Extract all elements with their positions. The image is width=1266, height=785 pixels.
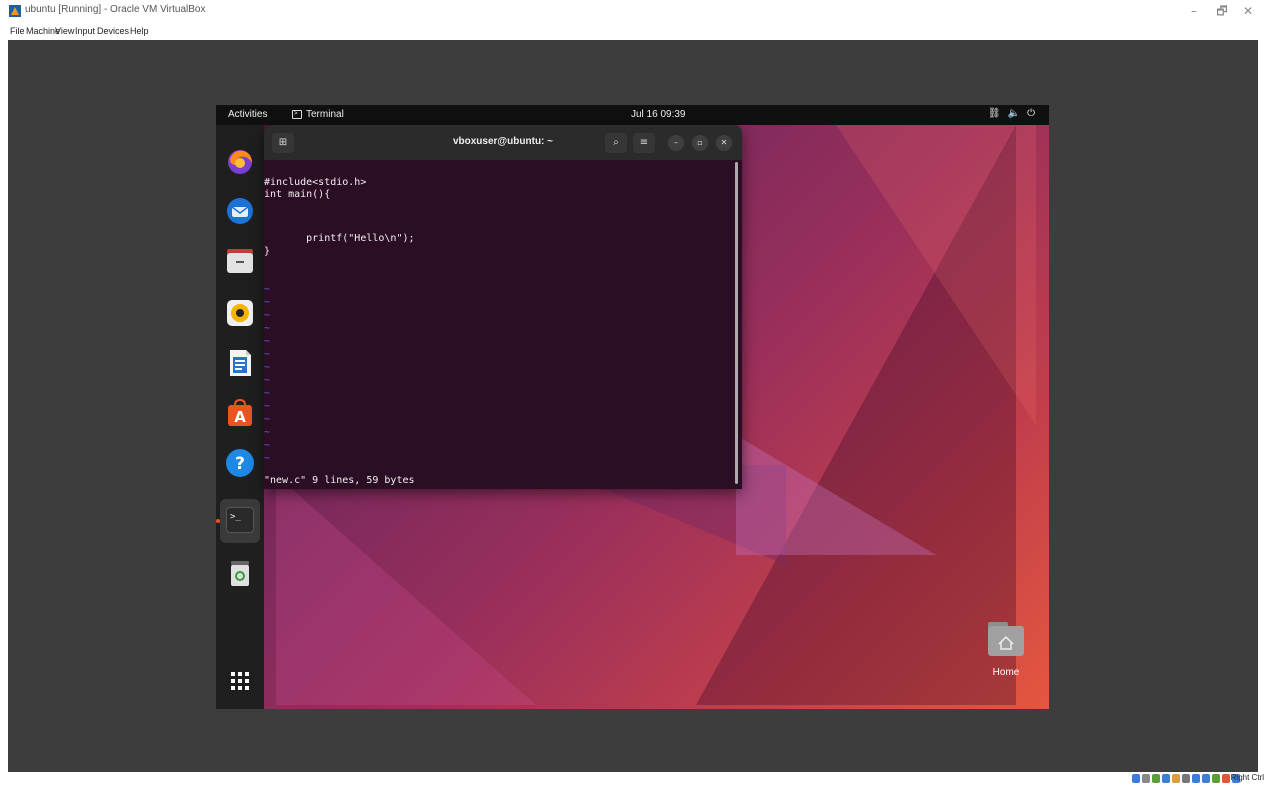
gnome-top-bar: Activities > Terminal Jul 16 09:39 ⛓ 🔈 ⏻ [216, 105, 1049, 125]
shared-folder-status-icon[interactable] [1182, 774, 1190, 783]
menu-file[interactable]: File [10, 26, 25, 36]
menu-devices[interactable]: Devices [97, 26, 129, 36]
code-line: printf("Hello\n"); [264, 233, 415, 244]
status-tray-icons [1132, 774, 1240, 783]
code-line: #include<stdio.h> [264, 177, 367, 188]
trash-icon [231, 561, 249, 586]
menu-help[interactable]: Help [130, 26, 149, 36]
dock-help[interactable]: ? [224, 447, 256, 479]
host-window-title: ubuntu [Running] - Oracle VM VirtualBox [25, 4, 206, 15]
maximize-icon: ▫ [697, 138, 703, 147]
wallpaper-shape [736, 435, 936, 555]
usb-status-icon[interactable] [1172, 774, 1180, 783]
hdd-status-icon[interactable] [1132, 774, 1140, 783]
dock-files[interactable] [224, 245, 256, 277]
terminal-header-bar[interactable]: ⊞ vboxuser@ubuntu: ~ ⌕ ≡ – ▫ ✕ [264, 125, 742, 160]
home-folder-icon[interactable] [987, 620, 1025, 658]
search-icon: ⌕ [613, 137, 619, 148]
empty-line-marker: ~ [264, 414, 271, 425]
activities-button[interactable]: Activities [228, 109, 267, 120]
host-status-bar: Right Ctrl [0, 772, 1266, 785]
code-line: int main(){ [264, 189, 331, 200]
network-status-icon[interactable] [1162, 774, 1170, 783]
mouse-status-icon[interactable] [1222, 774, 1230, 783]
svg-text:A: A [234, 408, 246, 426]
virtualbox-icon [9, 5, 21, 17]
empty-line-marker: ~ [264, 401, 271, 412]
dock-trash[interactable] [224, 557, 256, 589]
empty-line-marker: ~ [264, 284, 271, 295]
search-button[interactable]: ⌕ [605, 133, 627, 153]
empty-line-marker: ~ [264, 336, 271, 347]
empty-line-marker: ~ [264, 388, 271, 399]
files-icon [227, 249, 253, 273]
running-indicator [216, 519, 220, 523]
empty-line-marker: ~ [264, 375, 271, 386]
dock-firefox[interactable] [224, 145, 256, 177]
dock: A ? >_ [216, 125, 264, 709]
empty-line-marker: ~ [264, 427, 271, 438]
host-menu-bar: File Machine View Input Devices Help [0, 22, 1266, 40]
minimize-icon: – [674, 138, 678, 147]
terminal-content[interactable]: #include<stdio.h> int main(){ printf("He… [264, 160, 742, 489]
network-icon: ⛓ [987, 108, 1001, 119]
host-key-label: Right Ctrl [1230, 773, 1264, 782]
volume-icon: 🔈 [1007, 108, 1021, 119]
terminal-prompt-glyph: >_ [230, 512, 241, 522]
terminal-scrollbar[interactable] [735, 162, 738, 484]
restore-button[interactable]: 🗗 [1210, 2, 1234, 20]
show-apps-button[interactable] [224, 665, 256, 697]
close-button[interactable]: ✕ [1236, 2, 1260, 20]
rhythmbox-icon [227, 300, 253, 326]
code-line: } [264, 246, 271, 257]
empty-line-marker: ~ [264, 440, 271, 451]
empty-line-marker: ~ [264, 297, 271, 308]
menu-button[interactable]: ≡ [633, 133, 655, 153]
wallpaper-shape [276, 475, 536, 705]
focused-app-indicator[interactable]: > Terminal [292, 109, 344, 120]
grid-icon [231, 672, 249, 690]
terminal-window[interactable]: ⊞ vboxuser@ubuntu: ~ ⌕ ≡ – ▫ ✕ #include<… [264, 125, 742, 489]
terminal-close-button[interactable]: ✕ [716, 135, 732, 151]
menu-input[interactable]: Input [75, 26, 95, 36]
clock[interactable]: Jul 16 09:39 [631, 109, 686, 120]
optical-status-icon[interactable] [1142, 774, 1150, 783]
writer-icon [230, 350, 251, 376]
dock-rhythmbox[interactable] [224, 297, 256, 329]
empty-line-marker: ~ [264, 453, 271, 464]
empty-line-marker: ~ [264, 323, 271, 334]
audio-status-icon[interactable] [1152, 774, 1160, 783]
wallpaper-shape [836, 125, 1036, 425]
empty-line-marker: ~ [264, 349, 271, 360]
dock-writer[interactable] [224, 347, 256, 379]
vim-status-line: "new.c" 9 lines, 59 bytes [264, 475, 415, 486]
cpu-status-icon[interactable] [1212, 774, 1220, 783]
terminal-maximize-button[interactable]: ▫ [692, 135, 708, 151]
terminal-icon: > [292, 110, 302, 119]
menu-view[interactable]: View [55, 26, 74, 36]
power-icon: ⏻ [1027, 108, 1035, 119]
app-center-icon: A [228, 398, 252, 426]
empty-line-marker: ~ [264, 362, 271, 373]
hamburger-icon: ≡ [639, 137, 649, 148]
minimize-button[interactable]: – [1182, 2, 1206, 20]
display-status-icon[interactable] [1192, 774, 1200, 783]
svg-text:?: ? [235, 454, 245, 474]
close-icon: ✕ [720, 138, 728, 147]
terminal-icon: >_ [226, 507, 254, 533]
dock-terminal[interactable]: >_ [216, 499, 260, 543]
home-folder-label: Home [992, 667, 1020, 678]
help-icon: ? [226, 449, 254, 477]
empty-line-marker: ~ [264, 310, 271, 321]
system-menu[interactable]: ⛓ 🔈 ⏻ [988, 108, 1035, 119]
dock-thunderbird[interactable] [224, 195, 256, 227]
dock-app-center[interactable]: A [224, 397, 256, 429]
focused-app-name: Terminal [306, 109, 344, 120]
recording-status-icon[interactable] [1202, 774, 1210, 783]
host-title-bar: ubuntu [Running] - Oracle VM VirtualBox … [0, 0, 1266, 22]
thunderbird-icon [227, 198, 253, 224]
terminal-minimize-button[interactable]: – [668, 135, 684, 151]
firefox-icon [228, 150, 252, 174]
